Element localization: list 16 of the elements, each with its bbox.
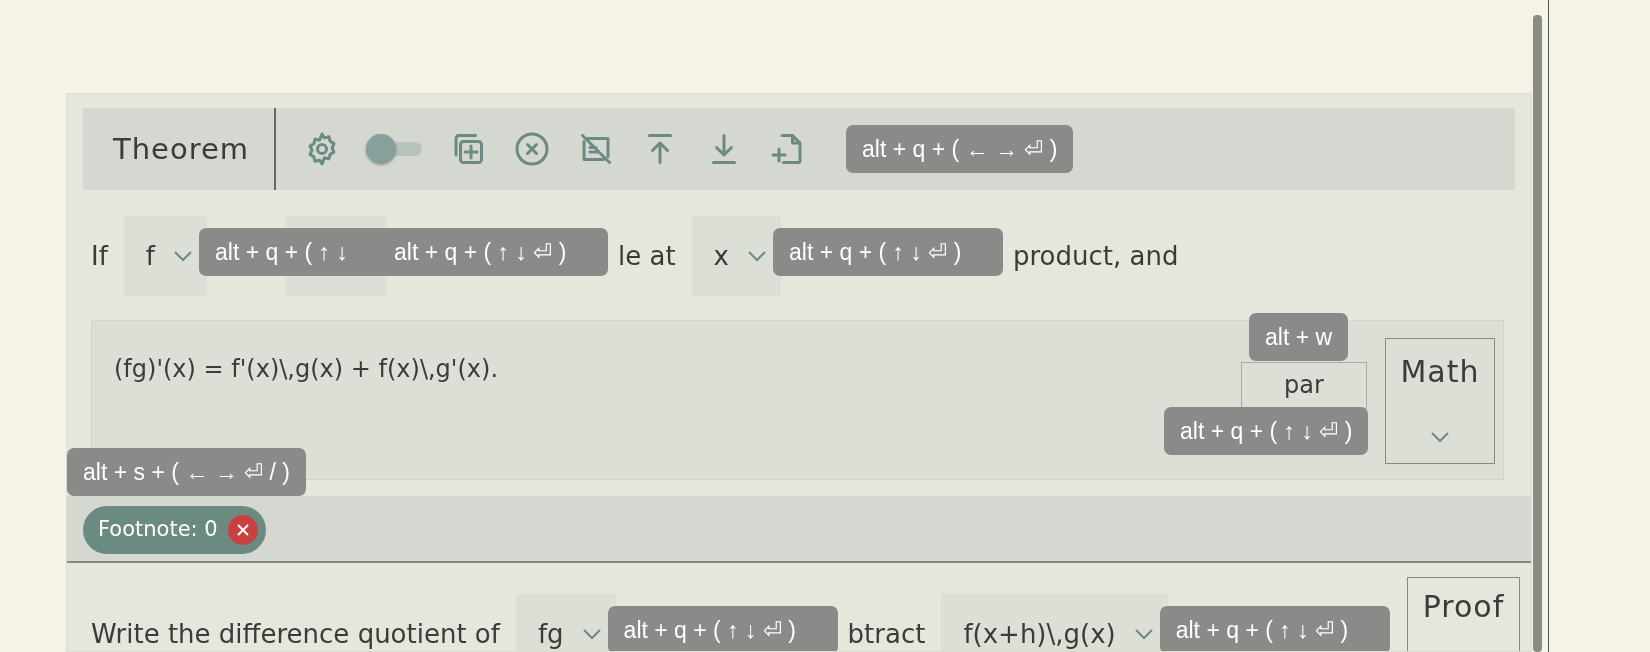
shortcut-tooltip: alt + s + ( ← → ⏎ / ) bbox=[67, 448, 306, 496]
shortcut-tooltip: alt + q + ( ↑ ↓ ⏎ ) bbox=[1164, 407, 1369, 455]
statement-text: btract bbox=[847, 617, 926, 651]
shortcut-tooltip: alt + q + ( ← → ⏎ ) bbox=[846, 125, 1074, 173]
statement-text: le at bbox=[618, 239, 676, 273]
shortcut-tooltip: alt + q + ( ↑ ↓ ⏎ ) bbox=[1159, 606, 1390, 651]
type-label: Math bbox=[1399, 353, 1481, 391]
shortcut-tooltip: alt + q + ( ↑ ↓ ⏎ ) bbox=[607, 606, 838, 651]
statement-text: If bbox=[91, 239, 108, 273]
block-title: Theorem bbox=[83, 108, 277, 190]
formula-text: (fg)'(x) = f'(x)\,g(x) + f(x)\,g'(x). bbox=[113, 354, 499, 385]
statement-text: product, and bbox=[1013, 239, 1179, 273]
shortcut-tooltip: alt + q + ( ↑ ↓ ⏎ ) bbox=[773, 228, 1003, 276]
shortcut-tooltip: alt + w bbox=[1249, 313, 1349, 361]
footnote-label: Footnote: 0 bbox=[98, 516, 218, 544]
statement-text: Write the difference quotient of bbox=[91, 617, 500, 651]
